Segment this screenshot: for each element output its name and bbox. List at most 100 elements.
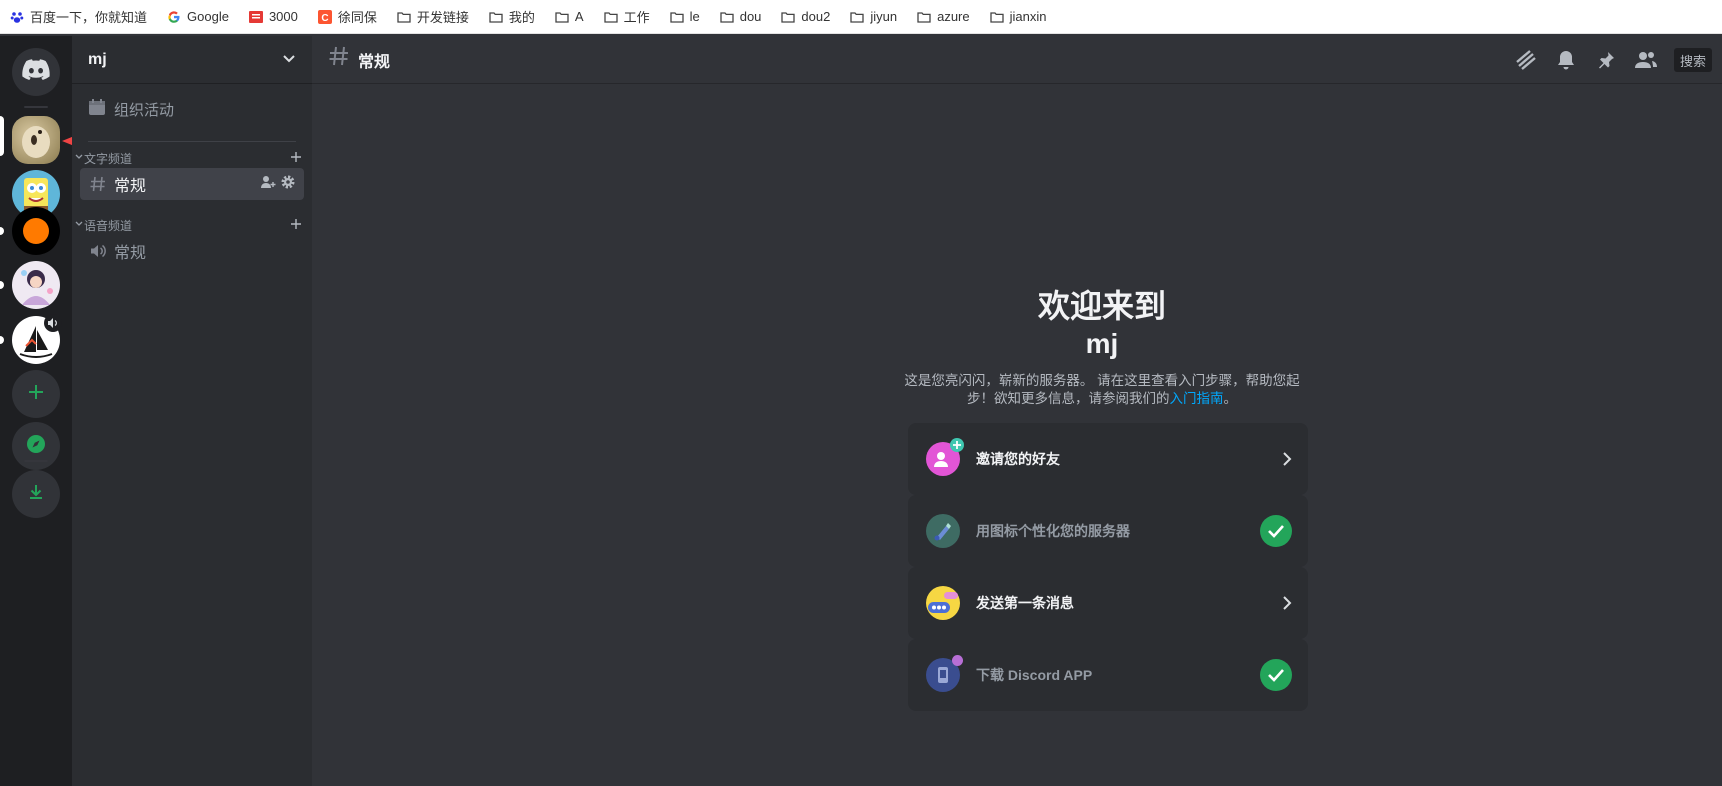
bookmarks-bar: 百度一下，你就知道 Google 3000 C 徐同保 开发链接 我的 A 工作… bbox=[0, 0, 1722, 34]
checklist-label: 下载 Discord APP bbox=[976, 667, 1093, 683]
bookmark-label: 工作 bbox=[623, 10, 650, 25]
channel-general-text[interactable]: 常规 bbox=[80, 168, 304, 200]
invite-friends-icon bbox=[926, 438, 964, 476]
bookmark-label: dou2 bbox=[801, 9, 831, 24]
gear-icon[interactable] bbox=[280, 174, 296, 195]
threads-icon[interactable] bbox=[1514, 48, 1538, 72]
category-label: 语音频道 bbox=[84, 218, 133, 233]
folder-icon bbox=[603, 10, 618, 24]
folder-icon bbox=[720, 10, 734, 24]
bookmark-label: A bbox=[574, 9, 584, 24]
checklist-download-app[interactable]: 下载 Discord APP bbox=[908, 639, 1308, 711]
bookmark-folder[interactable]: 工作 bbox=[603, 0, 650, 34]
invite-user-icon[interactable] bbox=[260, 174, 276, 195]
getting-started-link[interactable]: 入门指南 bbox=[1170, 391, 1224, 406]
baidu-icon bbox=[10, 10, 24, 24]
csdn-icon: C bbox=[317, 9, 332, 24]
welcome-description-text: 这是您亮闪闪，崭新的服务器。 请在这里查看入门步骤，帮助您起步！欲知更多信息，请… bbox=[904, 373, 1300, 406]
channel-title: 常规 bbox=[358, 53, 391, 71]
bookmark-google[interactable]: Google bbox=[167, 0, 229, 34]
checklist-label: 发送第一条消息 bbox=[976, 595, 1074, 611]
selected-server-indicator bbox=[0, 116, 4, 156]
bell-icon[interactable] bbox=[1554, 48, 1578, 72]
channel-general-voice[interactable]: 常规 bbox=[80, 235, 304, 267]
download-apps-button[interactable] bbox=[12, 470, 60, 518]
bookmark-label: 百度一下，你就知道 bbox=[30, 10, 148, 25]
bookmark-folder[interactable]: 我的 bbox=[489, 0, 535, 34]
add-channel-plus-icon[interactable] bbox=[290, 218, 302, 233]
bookmark-folder[interactable]: azure bbox=[917, 0, 970, 34]
bookmark-label: azure bbox=[937, 9, 970, 24]
server-events[interactable]: 组织活动 bbox=[80, 92, 304, 126]
unread-indicator bbox=[0, 336, 4, 344]
server-midjourney-avatar[interactable] bbox=[12, 314, 62, 364]
bookmark-label: dou bbox=[739, 9, 762, 24]
discord-home-button[interactable] bbox=[12, 48, 60, 96]
channel-name: 常规 bbox=[114, 178, 147, 195]
compass-icon bbox=[25, 433, 47, 460]
rail-separator bbox=[24, 106, 48, 108]
calendar-icon bbox=[88, 98, 114, 120]
category-label: 文字频道 bbox=[84, 151, 133, 166]
server-header[interactable]: mj bbox=[72, 36, 312, 84]
folder-icon bbox=[917, 10, 931, 24]
add-channel-plus-icon[interactable] bbox=[290, 151, 302, 166]
text-channels-category[interactable]: 文字频道 bbox=[74, 148, 302, 168]
bookmark-folder[interactable]: jiyun bbox=[850, 0, 897, 34]
folder-icon bbox=[989, 10, 1004, 24]
bookmark-folder[interactable]: jianxin bbox=[989, 0, 1047, 34]
search-input[interactable]: 搜索 bbox=[1673, 48, 1712, 72]
folder-icon bbox=[669, 10, 684, 24]
bookmark-label: jianxin bbox=[1009, 9, 1047, 24]
google-icon bbox=[167, 10, 181, 24]
checklist-label: 邀请您的好友 bbox=[976, 451, 1060, 467]
chevron-right-icon bbox=[1282, 451, 1292, 467]
speaker-icon bbox=[88, 242, 108, 260]
add-server-button[interactable] bbox=[12, 370, 60, 418]
chevron-down-icon bbox=[74, 218, 84, 232]
personalize-icon bbox=[926, 514, 960, 548]
unread-indicator bbox=[0, 227, 4, 235]
bookmark-folder[interactable]: dou bbox=[720, 0, 762, 34]
bookmark-folder[interactable]: dou2 bbox=[781, 0, 830, 34]
bookmark-label: jiyun bbox=[870, 9, 898, 24]
hashtag-icon bbox=[88, 175, 108, 193]
channel-sidebar: mj 组织活动 文字频道 常规 语音频道 常规 bbox=[72, 36, 312, 786]
channel-name: 常规 bbox=[114, 245, 147, 262]
server-rail bbox=[0, 36, 72, 786]
checklist-label: 用图标个性化您的服务器 bbox=[976, 523, 1130, 539]
server-orange-dot-avatar[interactable] bbox=[12, 207, 60, 255]
server-anime-avatar[interactable] bbox=[12, 261, 60, 309]
server-dog-avatar[interactable] bbox=[12, 116, 60, 164]
unread-indicator bbox=[0, 281, 4, 289]
checklist-done-badge bbox=[1260, 515, 1292, 547]
bookmark-label: Google bbox=[187, 9, 229, 24]
folder-icon bbox=[850, 10, 864, 24]
checkmark-icon bbox=[1260, 515, 1292, 547]
chevron-down-icon bbox=[282, 51, 296, 69]
bookmark-label: 3000 bbox=[268, 9, 298, 24]
checklist-invite-friends[interactable]: 邀请您的好友 bbox=[908, 423, 1308, 495]
bookmark-baidu[interactable]: 百度一下，你就知道 bbox=[10, 0, 147, 34]
channel-header: 常规 搜索 bbox=[312, 36, 1722, 84]
checklist-personalize-server[interactable]: 用图标个性化您的服务器 bbox=[908, 495, 1308, 567]
download-app-icon bbox=[926, 655, 963, 692]
pin-icon[interactable] bbox=[1594, 48, 1618, 72]
members-icon[interactable] bbox=[1634, 48, 1658, 72]
checklist-send-message[interactable]: 发送第一条消息 bbox=[908, 567, 1308, 639]
bookmark-3000[interactable]: 3000 bbox=[248, 0, 298, 34]
voice-channels-category[interactable]: 语音频道 bbox=[74, 215, 302, 235]
bookmark-folder[interactable]: le bbox=[669, 0, 700, 34]
explore-button[interactable] bbox=[12, 422, 60, 470]
send-message-icon bbox=[926, 586, 960, 620]
server-name: mj bbox=[88, 50, 107, 68]
folder-icon bbox=[781, 10, 796, 24]
chevron-right-icon bbox=[1282, 595, 1292, 611]
welcome-section: 欢迎来到 mj 这是您亮闪闪，崭新的服务器。 请在这里查看入门步骤，帮助您起步！… bbox=[902, 286, 1302, 408]
bookmark-label: le bbox=[689, 9, 700, 24]
bookmark-folder[interactable]: 开发链接 bbox=[397, 0, 469, 34]
welcome-description-end: 。 bbox=[1223, 391, 1238, 406]
bookmark-folder[interactable]: A bbox=[555, 0, 584, 34]
bookmark-csdn[interactable]: C 徐同保 bbox=[317, 0, 377, 34]
sidebar-divider bbox=[88, 141, 296, 142]
